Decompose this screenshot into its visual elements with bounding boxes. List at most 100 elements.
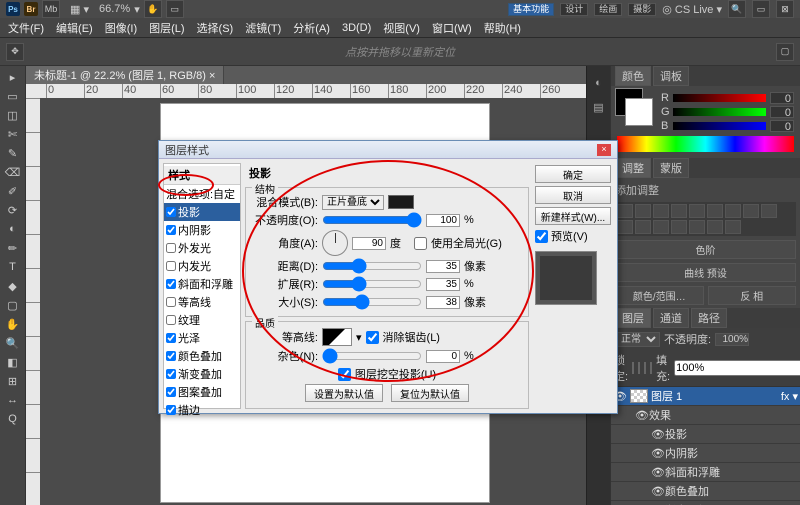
fill-input[interactable] bbox=[674, 360, 800, 376]
tool-6[interactable]: ✐ bbox=[2, 182, 24, 200]
adjust-icon[interactable] bbox=[653, 220, 669, 234]
style-item[interactable]: 光泽 bbox=[164, 329, 240, 347]
angle-field[interactable] bbox=[352, 237, 386, 250]
tab-mask[interactable]: 蒙版 bbox=[653, 158, 689, 178]
spread-field[interactable] bbox=[426, 278, 460, 291]
layer-row[interactable]: 👁图层 1fx ▾ bbox=[611, 387, 800, 406]
op-slider[interactable] bbox=[322, 214, 422, 226]
menu-item[interactable]: 图层(L) bbox=[149, 20, 184, 36]
window-min-icon[interactable]: ▭ bbox=[752, 0, 770, 18]
knockout-check[interactable] bbox=[338, 368, 351, 381]
b-value[interactable]: 0 bbox=[770, 120, 794, 132]
dist-slider[interactable] bbox=[322, 260, 422, 272]
levels-preset[interactable]: 色阶 bbox=[615, 240, 796, 259]
menu-item[interactable]: 帮助(H) bbox=[484, 20, 521, 36]
adjust-icon[interactable] bbox=[743, 204, 759, 218]
contour-picker[interactable] bbox=[322, 328, 352, 346]
opt-icon-a[interactable]: ▢ bbox=[776, 43, 794, 61]
tool-17[interactable]: ↔ bbox=[2, 391, 24, 409]
layer-row[interactable]: 👁投影 bbox=[611, 425, 800, 444]
tool-16[interactable]: ⊞ bbox=[2, 372, 24, 390]
tool-9[interactable]: ✏ bbox=[2, 239, 24, 257]
style-check[interactable] bbox=[166, 243, 176, 253]
bridge-icon[interactable]: Br bbox=[24, 2, 38, 16]
layer-row[interactable]: 👁效果 bbox=[611, 406, 800, 425]
g-slider[interactable] bbox=[673, 108, 766, 116]
style-item-label[interactable]: 颜色叠加 bbox=[178, 348, 222, 364]
adjust-icon[interactable] bbox=[635, 204, 651, 218]
tool-10[interactable]: T bbox=[2, 258, 24, 276]
adjust-icon[interactable] bbox=[671, 204, 687, 218]
shadow-color-swatch[interactable] bbox=[388, 195, 414, 209]
style-item[interactable]: 等高线 bbox=[164, 293, 240, 311]
workspace-photo[interactable]: 摄影 bbox=[628, 3, 656, 16]
tool-11[interactable]: ◆ bbox=[2, 277, 24, 295]
workspace-paint[interactable]: 绘画 bbox=[594, 3, 622, 16]
style-check[interactable] bbox=[166, 333, 176, 343]
style-item-label[interactable]: 图案叠加 bbox=[178, 384, 222, 400]
tab-channels[interactable]: 通道 bbox=[653, 308, 689, 328]
angle-dial[interactable] bbox=[322, 230, 348, 256]
doc-icon[interactable]: ▭ bbox=[166, 0, 184, 18]
style-item-label[interactable]: 外发光 bbox=[178, 240, 211, 256]
layer-row[interactable]: 👁颜色叠加 bbox=[611, 482, 800, 501]
reset-default-button[interactable]: 复位为默认值 bbox=[391, 384, 469, 402]
tab-close-icon[interactable]: × bbox=[209, 70, 215, 82]
search-icon[interactable]: 🔍 bbox=[728, 0, 746, 18]
menu-item[interactable]: 3D(D) bbox=[342, 22, 371, 34]
style-item-label[interactable]: 渐变叠加 bbox=[178, 366, 222, 382]
style-check[interactable] bbox=[166, 387, 176, 397]
style-item-label[interactable]: 投影 bbox=[178, 204, 200, 220]
global-light-check[interactable] bbox=[414, 237, 427, 250]
style-item[interactable]: 颜色叠加 bbox=[164, 347, 240, 365]
tool-15[interactable]: ◧ bbox=[2, 353, 24, 371]
style-item[interactable]: 混合选项:自定 bbox=[164, 185, 240, 203]
antialias-check[interactable] bbox=[366, 331, 379, 344]
actions-icon[interactable]: ▤ bbox=[590, 98, 608, 116]
adjust-icon[interactable] bbox=[707, 204, 723, 218]
window-menu-grid[interactable]: ▦ ▾ bbox=[70, 3, 89, 16]
style-check[interactable] bbox=[166, 351, 176, 361]
preview-check[interactable] bbox=[535, 230, 548, 243]
style-check[interactable] bbox=[166, 297, 176, 307]
layer-row[interactable]: 👁斜面和浮雕 bbox=[611, 463, 800, 482]
tab-paths[interactable]: 路径 bbox=[691, 308, 727, 328]
mb-icon[interactable]: Mb bbox=[42, 0, 60, 18]
style-item-label[interactable]: 斜面和浮雕 bbox=[178, 276, 233, 292]
lock-pixels-icon[interactable] bbox=[638, 362, 640, 374]
style-check[interactable] bbox=[166, 261, 176, 271]
ok-button[interactable]: 确定 bbox=[535, 165, 611, 183]
window-close-icon[interactable]: ⊠ bbox=[776, 0, 794, 18]
color-range-button[interactable]: 颜色/范围… bbox=[615, 286, 704, 305]
tool-13[interactable]: ✋ bbox=[2, 315, 24, 333]
curves-preset[interactable]: 曲线 预设 bbox=[615, 263, 796, 282]
zoom-display[interactable]: 66.7% bbox=[99, 3, 130, 15]
adjust-icon[interactable] bbox=[761, 204, 777, 218]
new-style-button[interactable]: 新建样式(W)... bbox=[535, 207, 611, 225]
adjust-icon[interactable] bbox=[653, 204, 669, 218]
dialog-titlebar[interactable]: 图层样式× bbox=[159, 141, 617, 159]
style-item-label[interactable]: 混合选项:自定 bbox=[166, 186, 235, 202]
menu-item[interactable]: 图像(I) bbox=[105, 20, 137, 36]
style-item[interactable]: 图案叠加 bbox=[164, 383, 240, 401]
lock-all-icon[interactable] bbox=[650, 362, 652, 374]
spectrum-bar[interactable] bbox=[617, 136, 794, 152]
tool-18[interactable]: Q bbox=[2, 410, 24, 428]
style-check[interactable] bbox=[166, 225, 176, 235]
opacity-input[interactable] bbox=[715, 333, 749, 346]
style-check[interactable] bbox=[166, 279, 176, 289]
style-item-label[interactable]: 内发光 bbox=[178, 258, 211, 274]
op-field[interactable] bbox=[426, 214, 460, 227]
dialog-close-icon[interactable]: × bbox=[597, 144, 611, 156]
size-field[interactable] bbox=[426, 296, 460, 309]
tool-5[interactable]: ⌫ bbox=[2, 163, 24, 181]
g-value[interactable]: 0 bbox=[770, 106, 794, 118]
lock-position-icon[interactable] bbox=[644, 362, 646, 374]
cslive-button[interactable]: ◎ CS Live ▾ bbox=[662, 3, 722, 16]
style-item-label[interactable]: 等高线 bbox=[178, 294, 211, 310]
menu-item[interactable]: 编辑(E) bbox=[56, 20, 93, 36]
tool-3[interactable]: ✄ bbox=[2, 125, 24, 143]
b-slider[interactable] bbox=[673, 122, 766, 130]
make-default-button[interactable]: 设置为默认值 bbox=[305, 384, 383, 402]
style-item[interactable]: 渐变叠加 bbox=[164, 365, 240, 383]
